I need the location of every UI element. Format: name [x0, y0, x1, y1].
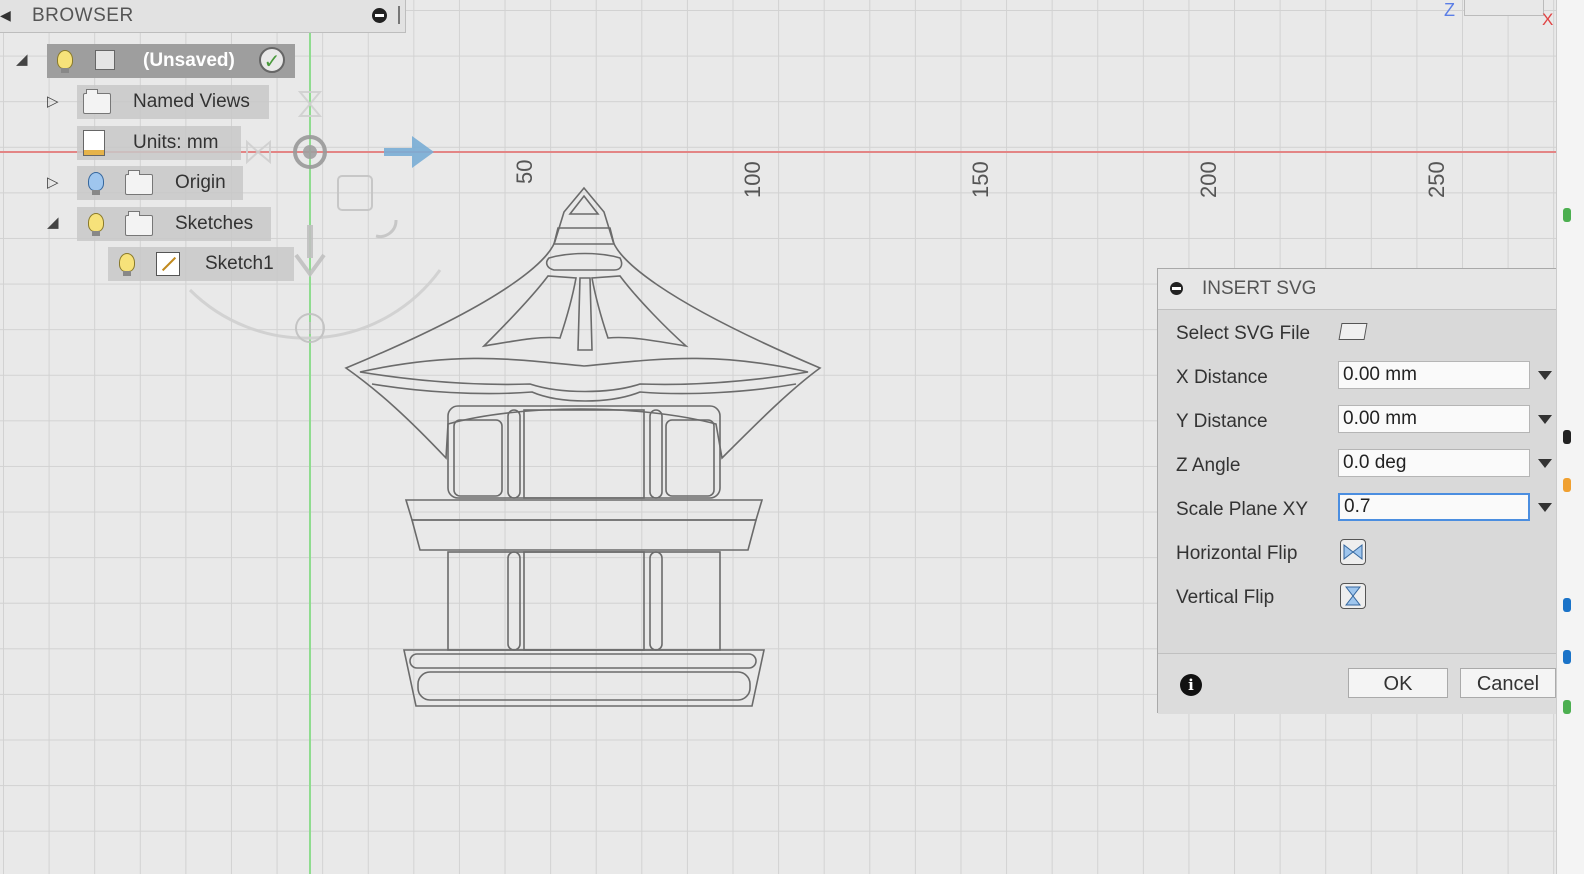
y-distance-label: Y Distance: [1176, 411, 1268, 432]
ruler-label-250: 250: [1424, 161, 1449, 198]
info-icon[interactable]: i: [1180, 674, 1202, 696]
toolbar-marker-icon[interactable]: [1563, 598, 1571, 612]
dialog-title: INSERT SVG: [1202, 278, 1317, 299]
z-angle-row: Z Angle: [1176, 445, 1552, 485]
y-distance-dropdown-icon[interactable]: [1538, 415, 1552, 424]
x-distance-input[interactable]: [1338, 361, 1530, 389]
viewcube[interactable]: Z X: [1444, 0, 1554, 30]
vertical-flip-icon[interactable]: [1340, 583, 1366, 609]
tree-node-origin[interactable]: Origin: [77, 166, 243, 200]
pagoda-sketch: [344, 186, 822, 707]
y-distance-row: Y Distance: [1176, 401, 1552, 441]
panel-resize-handle[interactable]: [398, 6, 400, 24]
x-distance-dropdown-icon[interactable]: [1538, 371, 1552, 380]
toolbar-marker-icon[interactable]: [1563, 430, 1571, 444]
scale-plane-xy-label: Scale Plane XY: [1176, 499, 1309, 520]
toolbar-marker-icon[interactable]: [1563, 700, 1571, 714]
z-angle-input[interactable]: [1338, 449, 1530, 477]
dialog-footer: i OK Cancel: [1158, 653, 1556, 714]
tree-node-label: Sketches: [175, 213, 254, 234]
active-check-icon[interactable]: ✓: [259, 47, 285, 73]
units-document-icon: [83, 130, 105, 156]
visibility-bulb-icon[interactable]: [88, 172, 104, 195]
horizontal-flip-label: Horizontal Flip: [1176, 543, 1298, 564]
visibility-bulb-icon[interactable]: [57, 50, 73, 73]
visibility-bulb-icon[interactable]: [119, 253, 135, 276]
expand-arrow-named-views[interactable]: ▷: [47, 92, 59, 110]
x-distance-row: X Distance: [1176, 357, 1552, 397]
right-edge-toolbar: [1556, 0, 1584, 874]
select-svg-file-label: Select SVG File: [1176, 323, 1311, 344]
ruler-label-50: 50: [512, 160, 537, 184]
tree-node-named-views[interactable]: Named Views: [77, 85, 269, 119]
horizontal-flip-row: Horizontal Flip: [1176, 533, 1546, 573]
select-svg-file-row: Select SVG File: [1176, 313, 1546, 353]
tree-node-label: Origin: [175, 172, 226, 193]
ruler-label-200: 200: [1196, 161, 1221, 198]
tree-node-unsaved[interactable]: (Unsaved) ✓: [47, 44, 295, 78]
dialog-header[interactable]: INSERT SVG: [1158, 269, 1556, 310]
ruler-label-150: 150: [968, 161, 993, 198]
folder-icon: [125, 170, 153, 195]
tree-node-sketch1[interactable]: Sketch1: [108, 247, 294, 281]
y-distance-input[interactable]: [1338, 405, 1530, 433]
x-distance-label: X Distance: [1176, 367, 1268, 388]
visibility-bulb-icon[interactable]: [88, 213, 104, 236]
browser-title: BROWSER: [32, 5, 134, 26]
tree-node-label: Units: mm: [133, 132, 219, 153]
expand-arrow-origin[interactable]: ▷: [47, 173, 59, 191]
expand-arrow-unsaved[interactable]: ◢: [16, 50, 28, 68]
component-icon: [95, 50, 115, 70]
ruler-label-100: 100: [740, 161, 765, 198]
tree-node-label: (Unsaved): [143, 50, 235, 71]
toolbar-marker-icon[interactable]: [1563, 478, 1571, 492]
toolbar-marker-icon[interactable]: [1563, 650, 1571, 664]
tree-node-label: Sketch1: [205, 253, 274, 274]
cancel-button[interactable]: Cancel: [1460, 668, 1556, 698]
expand-arrow-sketches[interactable]: ◢: [47, 213, 59, 231]
insert-svg-dialog: INSERT SVG Select SVG File X Distance Y …: [1157, 268, 1557, 714]
sketch-icon: [156, 252, 180, 276]
toolbar-marker-icon[interactable]: [1563, 208, 1571, 222]
pin-icon[interactable]: [372, 8, 387, 23]
scale-plane-xy-input[interactable]: [1338, 493, 1530, 521]
scale-dropdown-icon[interactable]: [1538, 503, 1552, 512]
tree-node-units[interactable]: Units: mm: [77, 126, 241, 160]
horizontal-flip-icon[interactable]: [1340, 539, 1366, 565]
vertical-flip-label: Vertical Flip: [1176, 587, 1275, 608]
tree-node-sketches[interactable]: Sketches: [77, 207, 271, 241]
scale-plane-xy-row: Scale Plane XY: [1176, 489, 1552, 529]
tree-node-label: Named Views: [133, 91, 250, 112]
browser-panel-header: ◀ BROWSER: [0, 0, 406, 33]
z-angle-label: Z Angle: [1176, 455, 1241, 476]
viewcube-axis-z: Z: [1444, 0, 1455, 20]
ok-button[interactable]: OK: [1348, 668, 1448, 698]
folder-icon: [125, 211, 153, 236]
collapse-panel-icon[interactable]: ◀: [0, 7, 11, 24]
viewcube-face[interactable]: [1464, 0, 1544, 16]
viewcube-axis-x: X: [1542, 10, 1554, 29]
open-folder-icon[interactable]: [1338, 323, 1368, 340]
pin-icon[interactable]: [1170, 282, 1183, 295]
folder-icon: [83, 89, 111, 114]
vertical-flip-row: Vertical Flip: [1176, 577, 1546, 617]
z-angle-dropdown-icon[interactable]: [1538, 459, 1552, 468]
